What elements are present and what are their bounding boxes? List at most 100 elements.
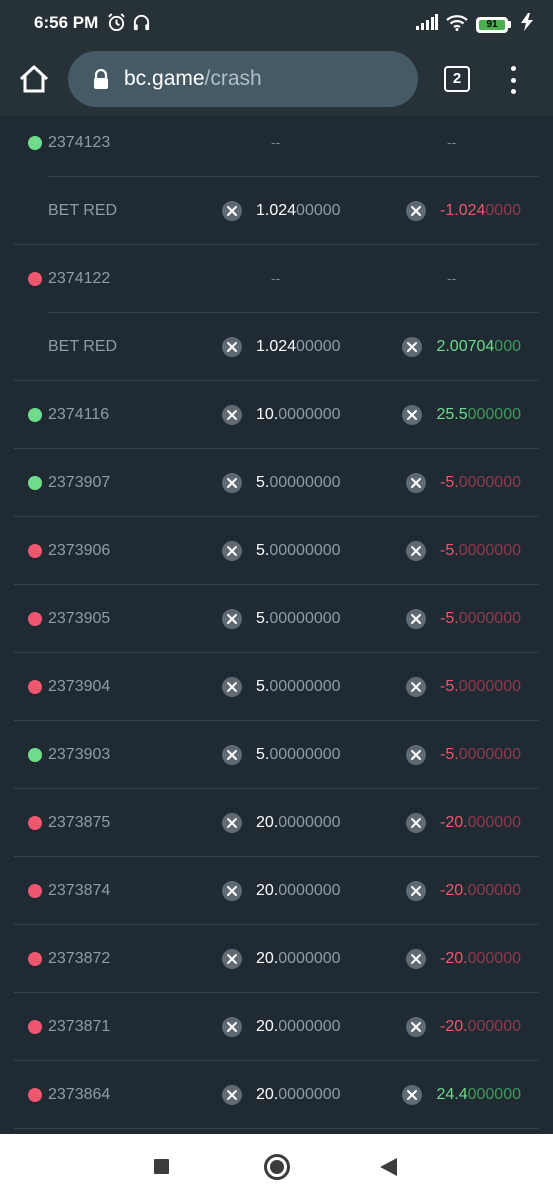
coin-icon	[406, 201, 427, 221]
profit-amount-integer: -5.	[440, 610, 459, 627]
bet-detail-row[interactable]: BET RED 1.02400000 -1.0240000	[0, 177, 553, 245]
profit-amount-integer: -5.	[440, 542, 459, 559]
back-icon[interactable]	[380, 1158, 397, 1176]
coin-icon	[222, 677, 242, 697]
profit-amount: 24.4000000	[436, 1086, 521, 1104]
profit-amount-integer: 25.5	[436, 406, 468, 423]
coin-icon	[406, 813, 427, 833]
round-row[interactable]: 2373905 5.00000000 -5.0000000	[0, 585, 553, 653]
coin-icon	[222, 405, 242, 425]
lock-icon	[92, 68, 110, 89]
bet-amount: 20.0000000	[256, 950, 341, 968]
round-id: 2373905	[48, 610, 111, 627]
coin-icon	[406, 745, 427, 765]
coin-icon	[406, 677, 427, 697]
round-row[interactable]: 2374123 -- --	[0, 116, 553, 177]
bet-amount-integer: 10.	[256, 406, 279, 423]
row-divider	[14, 1128, 539, 1129]
profit-amount: -20.000000	[440, 814, 521, 832]
status-dot	[28, 612, 42, 626]
round-row[interactable]: 2373872 20.0000000 -20.000000	[0, 925, 553, 993]
bet-amount-integer: 20.	[256, 1086, 279, 1103]
charging-icon	[519, 13, 535, 36]
round-row[interactable]: 2374116 10.0000000 25.5000000	[0, 381, 553, 449]
profit-amount-decimals: 0000000	[458, 474, 521, 491]
profit-empty: --	[447, 270, 457, 286]
recents-icon[interactable]	[154, 1159, 169, 1174]
bet-amount-integer: 1.024	[256, 202, 297, 219]
bet-label: BET RED	[48, 202, 118, 219]
system-nav-bar	[0, 1134, 553, 1200]
profit-amount-decimals: 000000	[467, 814, 521, 831]
round-row[interactable]: 2373903 5.00000000 -5.0000000	[0, 721, 553, 789]
round-id: 2373871	[48, 1018, 111, 1035]
status-dot	[28, 272, 42, 286]
profit-amount-decimals: 000000	[467, 1086, 521, 1103]
bet-amount: 20.0000000	[256, 882, 341, 900]
bet-amount-integer: 20.	[256, 950, 279, 967]
bet-amount-empty: --	[271, 134, 281, 150]
url-bar[interactable]: bc.game/crash	[68, 51, 418, 107]
bet-amount: 20.0000000	[256, 1086, 341, 1104]
round-id: 2373864	[48, 1086, 111, 1103]
coin-icon	[222, 473, 242, 493]
round-row[interactable]: 2373904 5.00000000 -5.0000000	[0, 653, 553, 721]
bet-amount: 1.02400000	[256, 202, 341, 220]
round-id: 2374122	[48, 270, 111, 287]
bet-detail-row[interactable]: BET RED 1.02400000 2.00704000	[0, 313, 553, 381]
coin-icon	[402, 337, 423, 357]
status-dot	[28, 1020, 42, 1034]
status-dot	[28, 884, 42, 898]
signal-icon	[416, 14, 438, 35]
bet-amount-decimals: 00000	[296, 202, 341, 219]
bet-amount: 20.0000000	[256, 814, 341, 832]
profit-amount: -5.0000000	[440, 610, 521, 628]
bet-amount-integer: 5.	[256, 610, 270, 627]
coin-icon	[222, 745, 242, 765]
overflow-menu-icon[interactable]	[503, 66, 523, 94]
status-dot	[28, 680, 42, 694]
profit-amount: -5.0000000	[440, 678, 521, 696]
profit-amount-integer: -20.	[440, 1018, 468, 1035]
profit-amount: -20.000000	[440, 950, 521, 968]
coin-icon	[406, 1017, 427, 1037]
bet-amount-decimals: 0000000	[278, 950, 341, 967]
profit-amount-integer: -5.	[440, 474, 459, 491]
round-id: 2373874	[48, 882, 111, 899]
home-icon[interactable]	[15, 60, 53, 98]
round-row[interactable]: 2374122 -- --	[0, 245, 553, 313]
wifi-icon	[446, 14, 468, 36]
profit-amount-decimals: 000	[494, 338, 521, 355]
bet-amount-decimals: 0000000	[278, 882, 341, 899]
bet-history-list: 2374123 -- -- BET RED 1.02400000 -1.0240000 23…	[0, 116, 553, 1134]
bet-amount-decimals: 00000000	[269, 542, 341, 559]
status-dot	[28, 476, 42, 490]
bet-amount: 5.00000000	[256, 474, 341, 492]
round-row[interactable]: 2373907 5.00000000 -5.0000000	[0, 449, 553, 517]
home-circle-icon[interactable]	[264, 1154, 290, 1180]
coin-icon	[222, 1085, 242, 1105]
tab-switcher-button[interactable]: 2	[444, 66, 470, 92]
bet-amount-decimals: 00000000	[269, 610, 341, 627]
round-row[interactable]: 2373874 20.0000000 -20.000000	[0, 857, 553, 925]
profit-amount: -5.0000000	[440, 542, 521, 560]
profit-amount-decimals: 0000000	[458, 542, 521, 559]
round-row[interactable]: 2373871 20.0000000 -20.000000	[0, 993, 553, 1061]
profit-amount: -5.0000000	[440, 746, 521, 764]
status-bar: 6:56 PM 91	[0, 0, 553, 46]
coin-icon	[222, 1017, 242, 1037]
profit-amount-integer: 24.4	[436, 1086, 468, 1103]
profit-amount-integer: -20.	[440, 950, 468, 967]
battery-icon: 91	[476, 16, 511, 33]
alarm-icon	[107, 13, 126, 37]
profit-amount: -5.0000000	[440, 474, 521, 492]
bet-amount: 5.00000000	[256, 678, 341, 696]
bet-amount: 5.00000000	[256, 610, 341, 628]
profit-amount-integer: -5.	[440, 746, 459, 763]
status-dot	[28, 544, 42, 558]
round-row[interactable]: 2373906 5.00000000 -5.0000000	[0, 517, 553, 585]
round-row[interactable]: 2373875 20.0000000 -20.000000	[0, 789, 553, 857]
status-dot	[28, 816, 42, 830]
round-row[interactable]: 2373864 20.0000000 24.4000000	[0, 1061, 553, 1129]
profit-amount-decimals: 000000	[467, 1018, 521, 1035]
